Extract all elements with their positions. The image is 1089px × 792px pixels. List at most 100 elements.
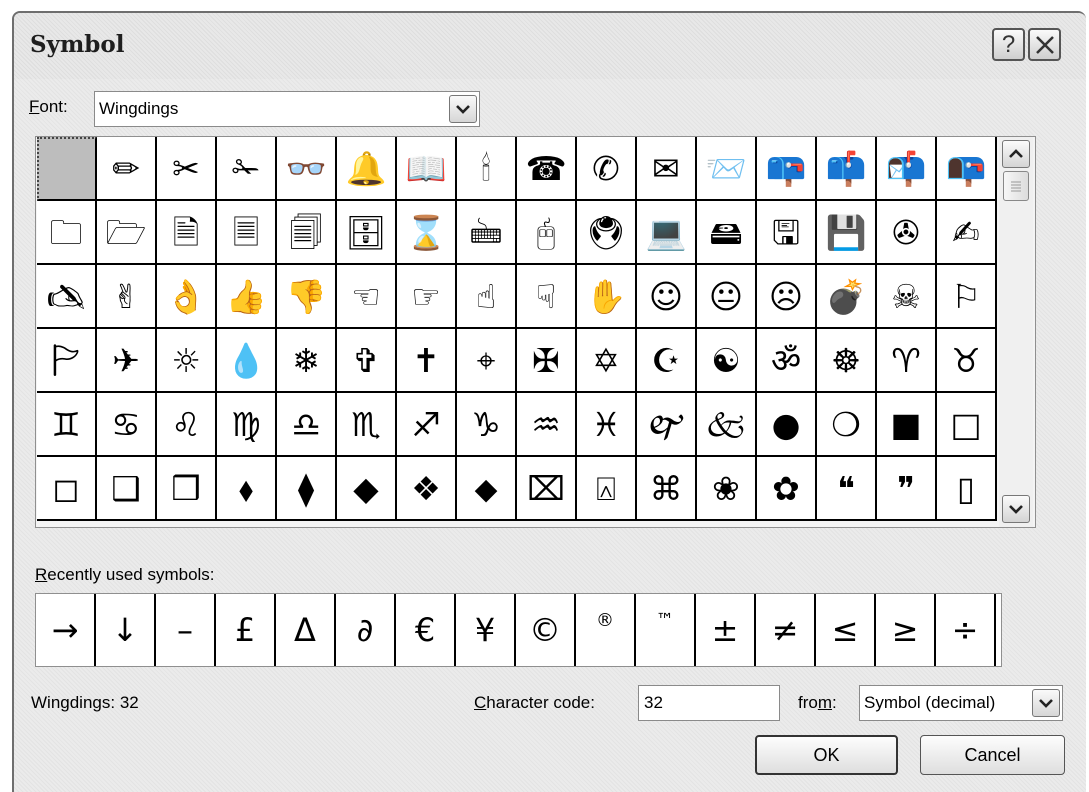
- font-select[interactable]: Wingdings: [94, 91, 480, 127]
- symbol-cell[interactable]: 🖎: [37, 265, 97, 329]
- symbol-cell[interactable]: ❑: [97, 457, 157, 521]
- symbol-cell[interactable]: 💾: [817, 201, 877, 265]
- recent-symbols-grid[interactable]: → ↓ – £ Δ ∂ € ¥ © ® ™ ± ≠ ≤ ≥ ÷: [35, 593, 1002, 667]
- symbol-cell[interactable]: ॐ: [757, 329, 817, 393]
- symbol-cell[interactable]: ❞: [877, 457, 937, 521]
- symbol-cell[interactable]: 🗏: [217, 201, 277, 265]
- scroll-down-button[interactable]: [1002, 495, 1030, 523]
- symbol-cell[interactable]: ♌: [157, 393, 217, 457]
- character-code-input[interactable]: 32: [638, 685, 780, 721]
- symbol-cell[interactable]: ♍: [217, 393, 277, 457]
- symbol-cell[interactable]: ♓: [577, 393, 637, 457]
- symbol-cell[interactable]: ♏: [337, 393, 397, 457]
- recent-symbol-cell[interactable]: ÷: [936, 594, 996, 666]
- symbol-cell[interactable]: 🖫: [757, 201, 817, 265]
- symbol-cell[interactable]: 💧: [217, 329, 277, 393]
- from-select[interactable]: Symbol (decimal): [859, 685, 1063, 721]
- symbol-cell[interactable]: ⌖: [457, 329, 517, 393]
- symbol-cell[interactable]: ✝: [397, 329, 457, 393]
- close-button[interactable]: [1028, 28, 1061, 61]
- symbol-cell[interactable]: ◆: [337, 457, 397, 521]
- recent-symbol-cell[interactable]: ≥: [876, 594, 936, 666]
- symbol-cell[interactable]: 🔔: [337, 137, 397, 201]
- recent-symbol-cell[interactable]: ©: [516, 594, 576, 666]
- symbol-cell[interactable]: ☝: [457, 265, 517, 329]
- symbol-cell[interactable]: 💻: [637, 201, 697, 265]
- symbol-cell[interactable]: ⌛: [397, 201, 457, 265]
- title-bar[interactable]: Symbol ?: [14, 13, 1086, 79]
- symbol-cell[interactable]: ♉: [937, 329, 997, 393]
- symbol-cell[interactable]: ✡: [577, 329, 637, 393]
- symbol-cell[interactable]: 🗐: [277, 201, 337, 265]
- symbol-cell[interactable]: ✋: [577, 265, 637, 329]
- symbol-cell[interactable]: ☟: [517, 265, 577, 329]
- symbol-cell[interactable]: ❒: [157, 457, 217, 521]
- symbol-cell[interactable]: ◻: [37, 457, 97, 521]
- symbol-cell[interactable]: ☠: [877, 265, 937, 329]
- recent-symbol-cell[interactable]: ®: [576, 594, 636, 666]
- symbol-cell[interactable]: 🖲: [577, 201, 637, 265]
- symbol-cell[interactable]: ⬧: [217, 457, 277, 521]
- symbol-cell[interactable]: 📨: [697, 137, 757, 201]
- symbol-cell[interactable]: ⍓: [577, 457, 637, 521]
- symbol-cell[interactable]: ♑: [457, 393, 517, 457]
- symbol-cell[interactable]: □: [937, 393, 997, 457]
- symbol-cell[interactable]: ♊: [37, 393, 97, 457]
- symbol-cell[interactable]: ⧫: [277, 457, 337, 521]
- symbol-grid-scrollbar[interactable]: [999, 137, 1033, 527]
- symbol-cell[interactable]: 🙵: [697, 393, 757, 457]
- symbol-cell[interactable]: ♐: [397, 393, 457, 457]
- symbol-cell[interactable]: ✂: [157, 137, 217, 201]
- symbol-cell[interactable]: ❍: [817, 393, 877, 457]
- symbol-cell[interactable]: ☺: [637, 265, 697, 329]
- recent-symbol-cell[interactable]: →: [36, 594, 96, 666]
- symbol-cell[interactable]: ⬥: [457, 457, 517, 521]
- symbol-cell[interactable]: 😐: [697, 265, 757, 329]
- symbol-cell[interactable]: ❀: [697, 457, 757, 521]
- symbol-cell[interactable]: ✆: [577, 137, 637, 201]
- recent-symbol-cell[interactable]: ≠: [756, 594, 816, 666]
- symbol-cell[interactable]: 🗁: [97, 201, 157, 265]
- symbol-cell[interactable]: ✌: [97, 265, 157, 329]
- symbol-cell[interactable]: ✈: [97, 329, 157, 393]
- symbol-cell[interactable]: ☸: [817, 329, 877, 393]
- symbol-cell[interactable]: ✇: [877, 201, 937, 265]
- symbol-cell[interactable]: 📭: [937, 137, 997, 201]
- symbol-cell[interactable]: ❝: [817, 457, 877, 521]
- scroll-thumb[interactable]: [1003, 171, 1029, 201]
- symbol-cell[interactable]: 🗄: [337, 201, 397, 265]
- help-button[interactable]: ?: [992, 28, 1025, 61]
- symbol-cell[interactable]: 🖰: [517, 201, 577, 265]
- symbol-cell[interactable]: 🖮: [457, 201, 517, 265]
- symbol-cell[interactable]: ✁: [217, 137, 277, 201]
- symbol-cell[interactable]: 📪: [757, 137, 817, 201]
- recent-symbol-cell[interactable]: £: [216, 594, 276, 666]
- recent-symbol-cell[interactable]: ±: [696, 594, 756, 666]
- symbol-cell[interactable]: ☯: [697, 329, 757, 393]
- symbol-cell[interactable]: 👍: [217, 265, 277, 329]
- symbol-cell[interactable]: ☞: [397, 265, 457, 329]
- symbol-cell[interactable]: ✿: [757, 457, 817, 521]
- symbol-cell[interactable]: ⌧: [517, 457, 577, 521]
- symbol-cell[interactable]: 🗀: [37, 201, 97, 265]
- symbol-cell[interactable]: ⚐: [937, 265, 997, 329]
- from-dropdown-button[interactable]: [1032, 689, 1060, 717]
- symbol-cell[interactable]: ❖: [397, 457, 457, 521]
- recent-symbol-cell[interactable]: €: [396, 594, 456, 666]
- symbol-cell[interactable]: ✞: [337, 329, 397, 393]
- symbol-cell[interactable]: ☪: [637, 329, 697, 393]
- symbol-cell-selected[interactable]: [37, 137, 97, 201]
- symbol-cell[interactable]: 🕯: [457, 137, 517, 201]
- recent-symbol-cell[interactable]: ∂: [336, 594, 396, 666]
- symbol-cell[interactable]: ✉: [637, 137, 697, 201]
- symbol-cell[interactable]: ✏: [97, 137, 157, 201]
- symbol-cell[interactable]: ⌘: [637, 457, 697, 521]
- symbol-cell[interactable]: ♒: [517, 393, 577, 457]
- symbol-cell[interactable]: ♈: [877, 329, 937, 393]
- symbol-cell[interactable]: ☹: [757, 265, 817, 329]
- symbol-cell[interactable]: 🗎: [157, 201, 217, 265]
- symbol-cell[interactable]: 📬: [877, 137, 937, 201]
- symbol-grid[interactable]: ✏ ✂ ✁ 👓 🔔 📖 🕯 ☎ ✆ ✉ 📨 📪 📫 📬 📭 🗀 🗁 🗎 🗏 🗐 🗄 ⌛ 🖮 🖰 🖲 💻 🖴 🖫 💾 ✇ ✍ 🖎 ✌ 👌 👍 👎 ☜ ☞ ☝ ☟…: [37, 137, 997, 521]
- symbol-cell[interactable]: 👌: [157, 265, 217, 329]
- recent-symbol-cell[interactable]: –: [156, 594, 216, 666]
